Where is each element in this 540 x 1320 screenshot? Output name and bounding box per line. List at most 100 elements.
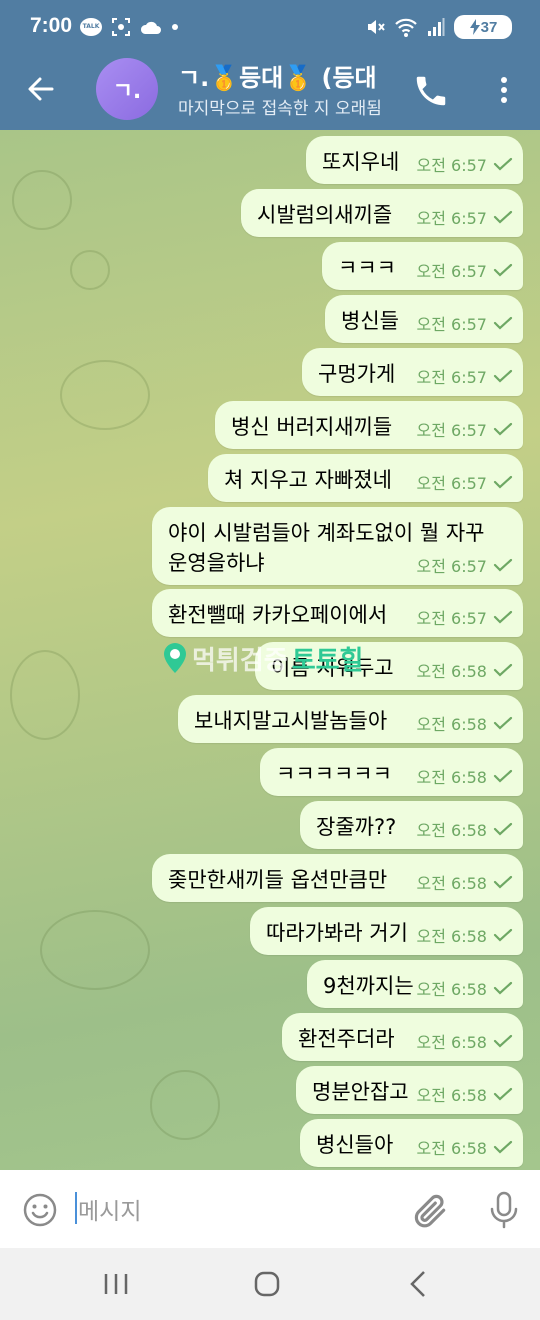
- chat-title[interactable]: ㄱ.🥇등대🥇 (등대: [178, 58, 400, 93]
- dot-icon: [172, 24, 178, 30]
- message-bubble[interactable]: 병신 버러지새끼들 오전 6:57: [215, 401, 523, 449]
- more-vert-icon[interactable]: [492, 74, 516, 106]
- message-bubble[interactable]: 야이 시발럼들아 계좌도없이 뭘 자꾸 운영을하냐 오전 6:57: [152, 507, 523, 585]
- message-bubble[interactable]: 9천까지는 오전 6:58: [307, 960, 523, 1008]
- message-bubble[interactable]: ㅋㅋㅋㅋㅋㅋ 오전 6:58: [260, 748, 523, 796]
- message-time: 오전 6:58: [416, 821, 487, 840]
- paperclip-icon[interactable]: [412, 1192, 450, 1230]
- message-bubble[interactable]: 또지우네 오전 6:57: [306, 136, 523, 184]
- check-icon: [493, 558, 513, 572]
- message-meta: 오전 6:58: [417, 923, 513, 947]
- message-meta: 오전 6:57: [417, 205, 513, 229]
- message-text: 환전주더라: [298, 1027, 395, 1051]
- check-icon: [493, 157, 513, 171]
- message-time: 오전 6:57: [416, 368, 487, 387]
- message-meta: 오전 6:57: [417, 553, 513, 577]
- back-nav-icon[interactable]: [400, 1268, 436, 1300]
- message-time: 오전 6:57: [416, 315, 487, 334]
- message-time: 오전 6:58: [416, 1033, 487, 1052]
- recent-apps-icon[interactable]: [98, 1268, 134, 1300]
- message-text: 보내지말고시발놈들아: [194, 709, 388, 733]
- message-time: 오전 6:58: [416, 980, 487, 999]
- status-time: 7:00: [30, 14, 73, 37]
- check-icon: [493, 263, 513, 277]
- chat-avatar[interactable]: ㄱ.: [96, 58, 158, 120]
- message-time: 오전 6:57: [416, 421, 487, 440]
- message-text: 병신들: [341, 309, 399, 333]
- check-icon: [493, 769, 513, 783]
- wallpaper-doodle: [12, 170, 72, 230]
- message-text-line2: 운영을하냐: [168, 551, 265, 575]
- message-bubble[interactable]: 따라가봐라 거기 오전 6:58: [250, 907, 523, 955]
- message-text: 명분안잡고: [312, 1080, 409, 1104]
- home-icon[interactable]: [249, 1268, 285, 1300]
- message-time: 오전 6:57: [416, 209, 487, 228]
- wallpaper-doodle: [70, 250, 110, 290]
- message-text: 시발럼의새끼즐: [257, 203, 393, 227]
- message-bubble[interactable]: 보내지말고시발놈들아 오전 6:58: [178, 695, 523, 743]
- check-icon: [493, 1140, 513, 1154]
- status-notification-icons: TALK: [80, 17, 179, 37]
- message-meta: 오전 6:58: [417, 817, 513, 841]
- message-meta: 오전 6:58: [417, 764, 513, 788]
- message-meta: 오전 6:58: [417, 1029, 513, 1053]
- message-time: 오전 6:58: [416, 768, 487, 787]
- check-icon: [493, 716, 513, 730]
- message-time: 오전 6:57: [416, 557, 487, 576]
- message-time: 오전 6:58: [416, 662, 487, 681]
- message-bubble[interactable]: 구멍가게 오전 6:57: [302, 348, 523, 396]
- wifi-icon: [395, 18, 417, 37]
- watermark-brand: 토토힐: [291, 645, 364, 676]
- message-bubble[interactable]: 명분안잡고 오전 6:58: [296, 1066, 523, 1114]
- message-time: 오전 6:57: [416, 156, 487, 175]
- check-icon: [493, 663, 513, 677]
- message-bubble[interactable]: 환전주더라 오전 6:58: [282, 1013, 523, 1061]
- message-bubble[interactable]: ㅋㅋㅋ 오전 6:57: [322, 242, 523, 290]
- phone-icon[interactable]: [412, 72, 450, 110]
- message-bubble[interactable]: 시발럼의새끼즐 오전 6:57: [241, 189, 523, 237]
- message-bubble[interactable]: 좆만한새끼들 옵션만큼만 오전 6:58: [152, 854, 523, 902]
- message-text: 따라가봐라 거기: [266, 921, 408, 945]
- message-time: 오전 6:58: [416, 874, 487, 893]
- message-meta: 오전 6:58: [417, 658, 513, 682]
- cloud-icon: [140, 21, 161, 34]
- message-text: 장줄까??: [316, 815, 397, 839]
- text-caret: [75, 1192, 77, 1224]
- check-icon: [493, 475, 513, 489]
- message-time: 오전 6:58: [416, 1139, 487, 1158]
- message-meta: 오전 6:58: [417, 976, 513, 1000]
- check-icon: [493, 316, 513, 330]
- wallpaper-doodle: [60, 360, 150, 430]
- check-icon: [493, 1087, 513, 1101]
- message-bubble[interactable]: 병신들아 오전 6:58: [300, 1119, 523, 1167]
- message-text: 9천까지는: [323, 974, 414, 998]
- message-time: 오전 6:57: [416, 262, 487, 281]
- message-text: ㅋㅋㅋㅋㅋㅋ: [276, 762, 392, 786]
- message-input[interactable]: 메시지: [78, 1192, 141, 1226]
- kakaotalk-icon: TALK: [80, 18, 102, 36]
- check-icon: [493, 822, 513, 836]
- check-icon: [493, 981, 513, 995]
- microphone-icon[interactable]: [486, 1190, 522, 1230]
- message-meta: 오전 6:58: [417, 711, 513, 735]
- check-icon: [493, 1034, 513, 1048]
- message-text: 환전뺄때 카카오페이에서: [168, 603, 388, 627]
- message-meta: 오전 6:58: [417, 1135, 513, 1159]
- message-bubble[interactable]: 병신들 오전 6:57: [325, 295, 523, 343]
- message-text: ㅋㅋㅋ: [338, 256, 396, 280]
- check-icon: [493, 422, 513, 436]
- signal-icon: [428, 18, 445, 36]
- message-bubble[interactable]: 쳐 지우고 자빠졌네 오전 6:57: [208, 454, 523, 502]
- wallpaper-doodle: [150, 1070, 220, 1140]
- message-text: 쳐 지우고 자빠졌네: [224, 468, 392, 492]
- message-bubble[interactable]: 환전뺄때 카카오페이에서 오전 6:57: [152, 589, 523, 637]
- emoji-icon[interactable]: [22, 1192, 58, 1228]
- message-bubble[interactable]: 장줄까?? 오전 6:58: [300, 801, 523, 849]
- message-text: 야이 시발럼들아 계좌도없이 뭘 자꾸: [168, 521, 485, 545]
- mute-icon: [368, 20, 385, 34]
- back-arrow-icon[interactable]: [24, 72, 58, 106]
- message-meta: 오전 6:58: [417, 870, 513, 894]
- charging-icon: [469, 19, 480, 35]
- screenshot-icon: [112, 18, 130, 36]
- location-pin-icon: [164, 643, 186, 673]
